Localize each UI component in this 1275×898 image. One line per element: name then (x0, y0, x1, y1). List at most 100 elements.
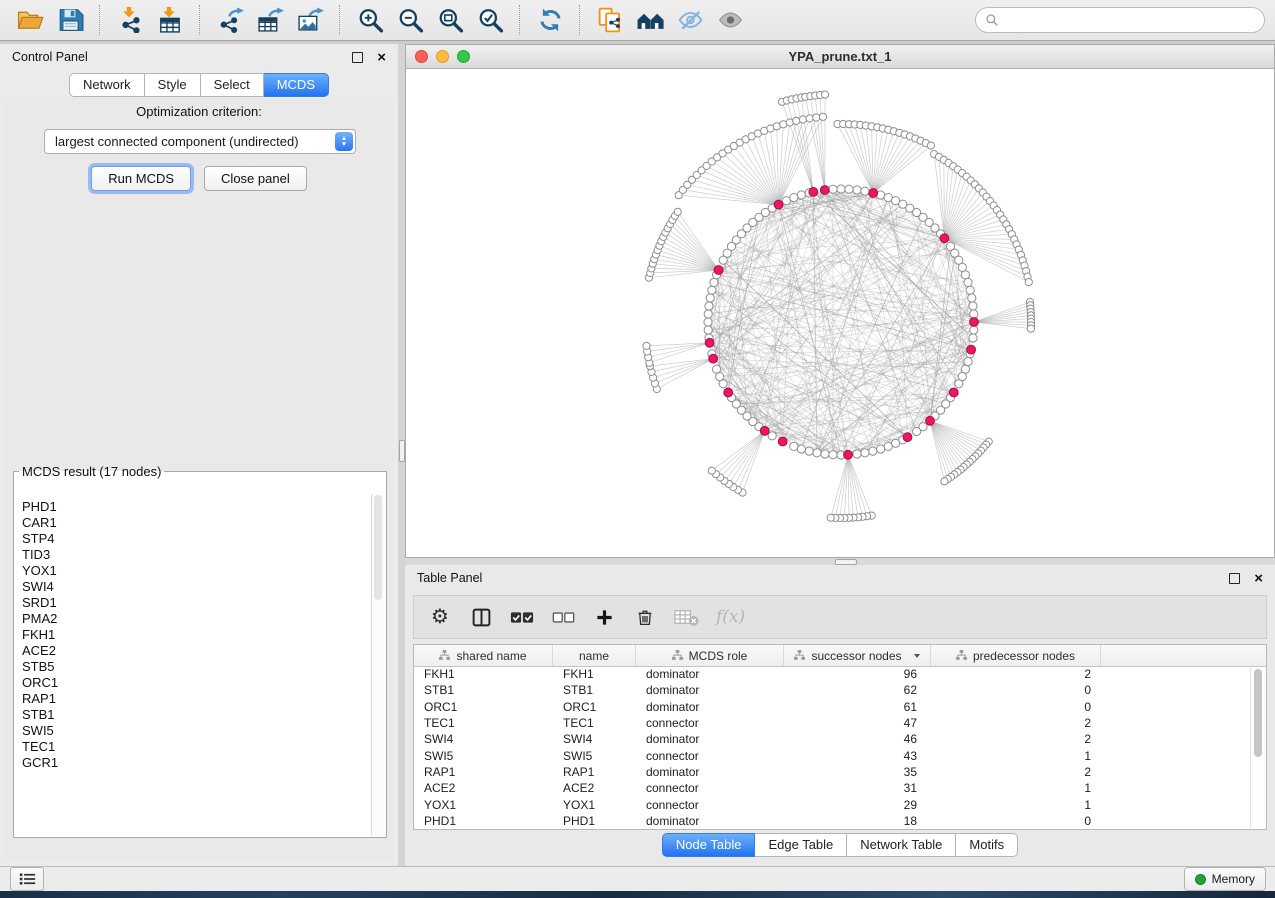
mcds-result-item[interactable]: SRD1 (22, 595, 372, 611)
hide-graphics-details-button[interactable] (673, 4, 707, 36)
table-row[interactable]: RAP1RAP1dominator352 (414, 764, 1250, 780)
control-panel-title: Control Panel (12, 50, 352, 64)
table-row[interactable]: TEC1TEC1connector472 (414, 715, 1250, 731)
zoom-out-button[interactable] (393, 4, 427, 36)
mcds-result-item[interactable]: TID3 (22, 547, 372, 563)
zoom-fit-button[interactable] (433, 4, 467, 36)
table-scrollbar[interactable] (1250, 667, 1265, 828)
export-image-button[interactable] (293, 4, 327, 36)
mcds-result-item[interactable]: PHD1 (22, 499, 372, 515)
search-box[interactable] (975, 7, 1265, 33)
vertical-splitter[interactable] (398, 44, 405, 866)
table-row[interactable]: ORC1ORC1dominator610 (414, 699, 1250, 715)
duplicate-network-button[interactable] (593, 4, 627, 36)
tab-select[interactable]: Select (201, 73, 264, 97)
mcds-result-item[interactable]: STB1 (22, 707, 372, 723)
cell-successor_nodes: 96 (784, 667, 931, 681)
mcds-result-title: MCDS result (17 nodes) (19, 464, 164, 479)
mcds-result-item[interactable]: YOX1 (22, 563, 372, 579)
column-header-shared-name[interactable]: shared name (414, 645, 553, 666)
table-row[interactable]: SWI5SWI5connector431 (414, 747, 1250, 763)
table-settings-button[interactable]: ⚙ (428, 603, 452, 631)
network-canvas[interactable] (406, 69, 1274, 558)
task-history-button[interactable] (10, 867, 44, 891)
mcds-result-item[interactable]: STP4 (22, 531, 372, 547)
run-mcds-button[interactable]: Run MCDS (91, 166, 191, 191)
tab-style[interactable]: Style (145, 73, 201, 97)
save-session-button[interactable] (53, 4, 87, 36)
export-network-button[interactable] (213, 4, 247, 36)
close-window-icon[interactable] (415, 50, 428, 63)
table-row[interactable]: PHD1PHD1dominator180 (414, 813, 1250, 829)
cell-name: FKH1 (553, 667, 636, 681)
column-header-successor-nodes[interactable]: successor nodes (784, 645, 931, 666)
show-graphics-details-button[interactable] (713, 4, 747, 36)
table-row[interactable]: FKH1FKH1dominator962 (414, 666, 1250, 682)
create-column-button[interactable] (592, 603, 616, 631)
refresh-view-button[interactable] (533, 4, 567, 36)
cell-name: SWI4 (553, 732, 636, 746)
table-row[interactable]: YOX1YOX1connector291 (414, 796, 1250, 812)
optimization-criterion-select[interactable]: largest connected component (undirected)… (44, 129, 356, 154)
open-file-button[interactable] (13, 4, 47, 36)
function-builder-button: f(x) (716, 603, 745, 631)
cell-successor_nodes: 29 (784, 798, 931, 812)
tab-mcds[interactable]: MCDS (264, 73, 329, 97)
mcds-result-item[interactable]: RAP1 (22, 691, 372, 707)
maximize-window-icon[interactable] (457, 50, 470, 63)
mcds-result-item[interactable]: SWI4 (22, 579, 372, 595)
mcds-result-item[interactable]: ORC1 (22, 675, 372, 691)
float-panel-icon[interactable] (352, 52, 363, 63)
column-header-predecessor-nodes[interactable]: predecessor nodes (931, 645, 1101, 666)
column-menu-chevron-icon[interactable] (914, 654, 920, 658)
cell-shared_name: STB1 (414, 683, 553, 697)
control-panel-header: Control Panel × (0, 44, 398, 70)
mcds-result-item[interactable]: STB5 (22, 659, 372, 675)
table-row[interactable]: STB1STB1dominator620 (414, 682, 1250, 698)
mcds-result-item[interactable]: GCR1 (22, 755, 372, 771)
close-table-panel-icon[interactable]: × (1254, 571, 1263, 586)
float-table-panel-icon[interactable] (1229, 573, 1240, 584)
tab-network[interactable]: Network (69, 73, 145, 97)
first-neighbors-button[interactable] (633, 4, 667, 36)
memory-button[interactable]: Memory (1184, 867, 1266, 891)
minimize-window-icon[interactable] (436, 50, 449, 63)
mcds-result-list[interactable]: PHD1CAR1STP4TID3YOX1SWI4SRD1PMA2FKH1ACE2… (14, 495, 372, 836)
cell-successor_nodes: 35 (784, 765, 931, 779)
tab-node-table[interactable]: Node Table (662, 833, 756, 857)
toolbar-separator (579, 5, 581, 35)
column-header-name[interactable]: name (553, 645, 636, 666)
deselect-all-rows-button[interactable] (551, 603, 575, 631)
mcds-result-item[interactable]: ACE2 (22, 643, 372, 659)
cell-mcds_role: dominator (636, 765, 784, 779)
tab-motifs[interactable]: Motifs (956, 833, 1018, 857)
tab-network-table[interactable]: Network Table (847, 833, 956, 857)
mcds-result-item[interactable]: PMA2 (22, 611, 372, 627)
select-all-rows-button[interactable] (510, 603, 534, 631)
toggle-columns-button[interactable] (469, 603, 493, 631)
horizontal-splitter[interactable] (405, 558, 1275, 565)
mcds-result-item[interactable]: FKH1 (22, 627, 372, 643)
table-row[interactable]: SWI4SWI4dominator462 (414, 731, 1250, 747)
mcds-result-item[interactable]: SWI5 (22, 723, 372, 739)
import-table-button[interactable] (153, 4, 187, 36)
column-header-MCDS-role[interactable]: MCDS role (636, 645, 784, 666)
delete-columns-button[interactable] (633, 603, 657, 631)
mcds-list-scrollbar[interactable] (371, 494, 385, 836)
import-network-button[interactable] (113, 4, 147, 36)
mcds-result-item[interactable]: CAR1 (22, 515, 372, 531)
table-row[interactable]: ACE2ACE2connector311 (414, 780, 1250, 796)
close-panel-icon[interactable]: × (377, 50, 386, 65)
zoom-selected-button[interactable] (473, 4, 507, 36)
zoom-in-button[interactable] (353, 4, 387, 36)
dropdown-stepper-icon: ▲▼ (335, 132, 353, 151)
export-table-button[interactable] (253, 4, 287, 36)
table-scrollbar-thumb[interactable] (1254, 669, 1262, 757)
memory-status-icon (1195, 874, 1206, 885)
tab-edge-table[interactable]: Edge Table (755, 833, 847, 857)
mcds-scrollbar-thumb[interactable] (374, 495, 382, 600)
cell-mcds_role: connector (636, 716, 784, 730)
mcds-result-item[interactable]: TEC1 (22, 739, 372, 755)
close-panel-button[interactable]: Close panel (204, 166, 307, 191)
search-input[interactable] (1005, 12, 1255, 29)
